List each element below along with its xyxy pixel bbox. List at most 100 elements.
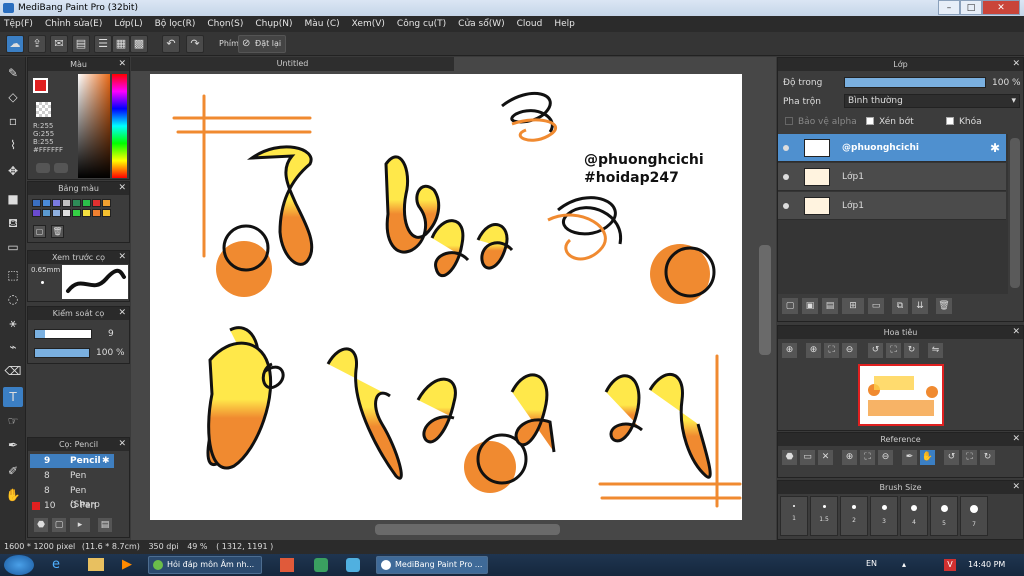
- brush-tool-icon[interactable]: ✎: [3, 63, 23, 83]
- taskbar-medibang-task[interactable]: MediBang Paint Pro ...: [376, 556, 488, 574]
- brush-size-cell[interactable]: 1.5: [810, 496, 838, 536]
- navigator-thumbnail[interactable]: [858, 364, 944, 426]
- hand-tool-icon[interactable]: ✋: [3, 485, 23, 505]
- panel-close-icon[interactable]: ✕: [1012, 58, 1020, 71]
- close-button[interactable]: ✕: [982, 0, 1020, 15]
- palette-swatch[interactable]: [102, 209, 111, 217]
- brush-size-cell[interactable]: 4: [900, 496, 928, 536]
- brush-opacity-slider[interactable]: [34, 348, 90, 358]
- undo-icon[interactable]: ↶: [162, 35, 180, 53]
- redo-icon[interactable]: ↷: [186, 35, 204, 53]
- hue-slider[interactable]: [112, 74, 127, 178]
- panel-close-icon[interactable]: ✕: [1012, 326, 1020, 339]
- layer-row[interactable]: @phuonghcichi ✱: [778, 134, 1006, 162]
- protect-alpha-checkbox[interactable]: [785, 117, 793, 125]
- dot-tool-icon[interactable]: ▫: [3, 111, 23, 131]
- zoom-in-icon[interactable]: ⊕: [842, 450, 857, 465]
- brush-item[interactable]: 9 Pencil ✱: [30, 454, 114, 468]
- language-indicator[interactable]: EN: [866, 559, 877, 568]
- explorer-icon[interactable]: [88, 558, 104, 571]
- rotate-right-icon[interactable]: ↻: [904, 343, 919, 358]
- palette-swatch[interactable]: [62, 209, 71, 217]
- maximize-button[interactable]: □: [960, 0, 982, 15]
- brush-size-cell[interactable]: 1: [780, 496, 808, 536]
- brush-size-cell[interactable]: 5: [930, 496, 958, 536]
- open-folder-icon[interactable]: ▭: [800, 450, 815, 465]
- gradient-tool-icon[interactable]: ▭: [3, 237, 23, 257]
- menu-cloud[interactable]: Cloud: [517, 19, 543, 29]
- palette-swatch[interactable]: [82, 209, 91, 217]
- gear-icon[interactable]: ✱: [990, 134, 1000, 162]
- panel-close-icon[interactable]: ✕: [118, 251, 126, 264]
- brush-size-cell[interactable]: 2: [840, 496, 868, 536]
- menu-help[interactable]: Help: [554, 19, 575, 29]
- blend-mode-select[interactable]: Bình thường ▾: [844, 94, 1020, 108]
- palette-swatch[interactable]: [32, 199, 41, 207]
- list-icon[interactable]: ☰: [94, 35, 112, 53]
- brush-size-cell[interactable]: 3: [870, 496, 898, 536]
- palette-swatch[interactable]: [52, 209, 61, 217]
- pen-tool-icon[interactable]: ✐: [3, 461, 23, 481]
- panel-close-icon[interactable]: ✕: [118, 182, 126, 195]
- text-tool-icon[interactable]: T: [3, 387, 23, 407]
- add-palette-icon[interactable]: ▢: [33, 225, 46, 238]
- flip-icon[interactable]: ⇋: [928, 343, 943, 358]
- delete-layer-icon[interactable]: 🗑: [936, 298, 952, 314]
- palette-swatch[interactable]: [72, 209, 81, 217]
- rotate-left-icon[interactable]: ↺: [868, 343, 883, 358]
- menu-file[interactable]: Tệp(F): [4, 19, 33, 29]
- brush-item[interactable]: 8 Pen (Sharp: [30, 484, 114, 510]
- palette-swatch[interactable]: [72, 199, 81, 207]
- panel-close-icon[interactable]: ✕: [1012, 481, 1020, 494]
- palette-swatch[interactable]: [92, 209, 101, 217]
- secondary-color-swatch[interactable]: [36, 102, 51, 117]
- palette-swatch[interactable]: [42, 209, 51, 217]
- clipping-checkbox[interactable]: [866, 117, 874, 125]
- palette-swatch[interactable]: [82, 199, 91, 207]
- eyedropper-icon[interactable]: ✒: [902, 450, 917, 465]
- panel-close-icon[interactable]: ✕: [118, 58, 126, 71]
- minimize-button[interactable]: –: [938, 0, 960, 15]
- vertical-scrollbar[interactable]: [759, 245, 771, 355]
- comment-icon[interactable]: ✉: [50, 35, 68, 53]
- brush-menu-icon[interactable]: ▸: [70, 518, 90, 532]
- eye-icon[interactable]: [783, 174, 789, 180]
- menu-tools[interactable]: Công cụ(T): [397, 19, 446, 29]
- layer-opacity-slider[interactable]: [844, 77, 986, 88]
- tray-arrow-icon[interactable]: ▴: [902, 560, 912, 570]
- layer-scrollbar[interactable]: [1010, 138, 1020, 288]
- panel-close-icon[interactable]: ✕: [1012, 433, 1020, 446]
- share-icon[interactable]: ⇪: [28, 35, 46, 53]
- color-gradient-picker[interactable]: [78, 74, 110, 178]
- eraser-tool-icon[interactable]: ◇: [3, 87, 23, 107]
- app-icon[interactable]: [280, 558, 294, 572]
- eye-icon[interactable]: [783, 203, 789, 209]
- lasso-tool-icon[interactable]: ◌: [3, 289, 23, 309]
- blur-tool-icon[interactable]: ⌇: [3, 135, 23, 155]
- palette-swatch[interactable]: [102, 199, 111, 207]
- tiles-icon[interactable]: ▩: [130, 35, 148, 53]
- horizontal-scrollbar[interactable]: [375, 524, 560, 535]
- menu-filter[interactable]: Bộ lọc(R): [155, 19, 196, 29]
- palette-swatch[interactable]: [42, 199, 51, 207]
- menu-edit[interactable]: Chỉnh sửa(E): [45, 19, 102, 29]
- merge-layer-icon[interactable]: ⇊: [912, 298, 928, 314]
- new-8bit-layer-icon[interactable]: ▤: [822, 298, 838, 314]
- layer-row[interactable]: Lớp1: [778, 192, 1006, 220]
- taskbar-browser-task[interactable]: Hỏi đáp môn Âm nh...: [148, 556, 262, 574]
- primary-color-swatch[interactable]: [33, 78, 48, 93]
- palette-swatch[interactable]: [92, 199, 101, 207]
- delete-palette-icon[interactable]: 🗑: [51, 225, 64, 238]
- eyedropper-icon[interactable]: ✒: [3, 435, 23, 455]
- close-reference-icon[interactable]: ✕: [818, 450, 833, 465]
- add-brush-icon[interactable]: ⬣: [34, 518, 48, 532]
- folder-icon[interactable]: ▭: [868, 298, 884, 314]
- drawing-canvas[interactable]: @phuonghcichi #hoidap247: [150, 74, 742, 520]
- cloud-icon[interactable]: ☁: [6, 35, 24, 53]
- gear-icon[interactable]: ✱: [102, 454, 110, 468]
- app-icon[interactable]: [346, 558, 360, 572]
- move-tool-icon[interactable]: ✥: [3, 161, 23, 181]
- document-tab[interactable]: Untitled: [131, 57, 454, 71]
- fill-shape-icon[interactable]: ■: [3, 189, 23, 209]
- app-icon[interactable]: [314, 558, 328, 572]
